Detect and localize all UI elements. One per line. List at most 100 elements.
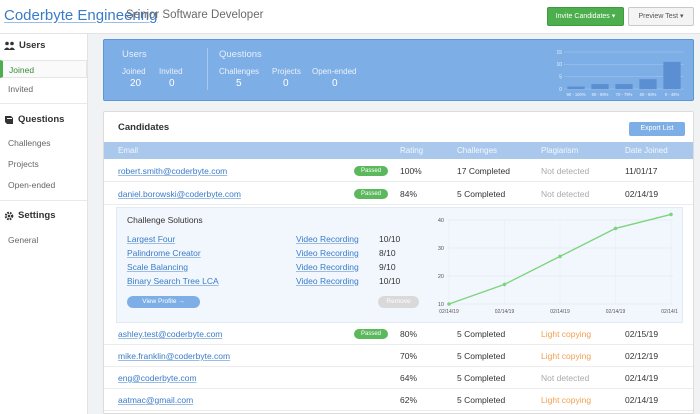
candidates-panel: Candidates Export List Email Rating Chal… — [103, 111, 694, 414]
candidate-email-link[interactable]: eng@coderbyte.com — [118, 373, 197, 383]
col-date-joined[interactable]: Date Joined — [625, 146, 668, 155]
sidebar-settings-heading: Settings — [4, 210, 55, 221]
export-list-button[interactable]: Export List — [629, 122, 685, 136]
stats-invited-label: Invited — [159, 67, 183, 76]
sidebar-item-general[interactable]: General — [0, 231, 87, 249]
candidate-email-link[interactable]: robert.smith@coderbyte.com — [118, 166, 227, 176]
challenge-link[interactable]: Largest Four — [127, 234, 175, 244]
challenge-solutions-panel: Challenge Solutions Largest Four Video R… — [116, 207, 683, 323]
candidate-email-link[interactable]: ashley.test@coderbyte.com — [118, 329, 222, 339]
sidebar-questions-heading: Questions — [4, 114, 64, 125]
sidebar: Users Joined Invited Questions Challenge… — [0, 34, 88, 414]
date-joined-value: 02/15/19 — [625, 329, 659, 339]
rating-value: 64% — [400, 373, 418, 383]
challenge-score: 8/10 — [379, 248, 396, 258]
bar — [663, 61, 681, 89]
table-row[interactable]: eng@coderbyte.com 64% 5 Completed Not de… — [104, 367, 693, 389]
rating-value: 84% — [400, 189, 418, 199]
bar — [639, 79, 657, 89]
y-tick-label: 20 — [438, 274, 444, 280]
sidebar-divider — [0, 200, 87, 201]
table-header: Email Rating Challenges Plagiarism Date … — [104, 142, 693, 159]
y-tick-label: 40 — [438, 218, 444, 224]
col-email[interactable]: Email — [118, 146, 138, 155]
video-recording-link[interactable]: Video Recording — [296, 248, 359, 258]
sidebar-item-challenges[interactable]: Challenges — [0, 134, 87, 152]
table-row[interactable]: mike.franklin@coderbyte.com 70% 5 Comple… — [104, 345, 693, 367]
challenges-value: 5 Completed — [457, 395, 506, 405]
y-tick-label: 15 — [556, 50, 562, 56]
x-tick-label: 0 - 49% — [665, 92, 680, 97]
table-row[interactable]: daniel.borowski@coderbyte.com Passed 84%… — [104, 183, 693, 205]
stats-challenges-label: Challenges — [219, 67, 260, 76]
solution-row: Binary Search Tree LCA Video Recording 1… — [127, 276, 417, 289]
solution-row: Largest Four Video Recording 10/10 — [127, 234, 417, 247]
job-title: Senior Software Developer — [126, 9, 264, 21]
challenge-link[interactable]: Palindrome Creator — [127, 248, 201, 258]
video-recording-link[interactable]: Video Recording — [296, 234, 359, 244]
challenge-score: 10/10 — [379, 276, 401, 286]
col-plagiarism[interactable]: Plagiarism — [541, 146, 578, 155]
date-joined-value: 11/01/17 — [625, 166, 658, 176]
passed-badge: Passed — [354, 189, 388, 199]
date-joined-value: 02/14/19 — [625, 189, 659, 199]
stats-joined-label: Joined — [122, 67, 146, 76]
challenge-score: 9/10 — [379, 262, 396, 272]
solution-row: Scale Balancing Video Recording 9/10 — [127, 262, 417, 275]
x-tick-label: 60 - 69% — [640, 92, 657, 97]
x-tick-label: 02/14/19 — [550, 309, 570, 315]
sidebar-item-open-ended[interactable]: Open-ended — [0, 176, 87, 194]
candidate-email-link[interactable]: daniel.borowski@coderbyte.com — [118, 189, 241, 199]
data-point — [502, 282, 507, 287]
candidates-title: Candidates — [118, 122, 170, 133]
candidate-email-link[interactable]: mike.franklin@coderbyte.com — [118, 351, 230, 361]
table-row[interactable]: robert.smith@coderbyte.com Passed 100% 1… — [104, 160, 693, 182]
stats-openended-label: Open-ended — [312, 67, 357, 76]
stats-challenges-value: 5 — [236, 78, 242, 89]
data-point — [447, 302, 451, 306]
challenge-link[interactable]: Scale Balancing — [127, 262, 188, 272]
video-recording-link[interactable]: Video Recording — [296, 276, 359, 286]
challenges-value: 17 Completed — [457, 166, 510, 176]
x-tick-label: 02/14/19 — [439, 309, 459, 315]
plagiarism-value: Not detected — [541, 166, 590, 176]
gear-icon — [4, 211, 14, 220]
y-tick-label: 5 — [559, 74, 562, 80]
y-tick-label: 0 — [559, 87, 562, 93]
plagiarism-value: Not detected — [541, 189, 590, 199]
book-icon — [5, 115, 13, 124]
remove-button[interactable]: Remove — [378, 296, 419, 308]
sidebar-users-heading: Users — [4, 40, 45, 51]
stats-invited-value: 0 — [169, 78, 175, 89]
stats-separator — [207, 48, 208, 90]
data-point — [558, 254, 562, 259]
bar — [615, 84, 633, 89]
table-row[interactable]: ashley.test@coderbyte.com Passed 80% 5 C… — [104, 323, 693, 345]
sidebar-item-joined[interactable]: Joined — [0, 60, 87, 78]
view-profile-button[interactable]: View Profile → — [127, 296, 200, 308]
challenges-value: 5 Completed — [457, 351, 506, 361]
preview-test-button[interactable]: Preview Test ▾ — [628, 7, 694, 26]
date-joined-value: 02/14/19 — [625, 373, 659, 383]
invite-candidates-button[interactable]: Invite Candidates ▾ — [547, 7, 624, 26]
sidebar-item-invited[interactable]: Invited — [0, 80, 87, 98]
y-tick-label: 10 — [556, 62, 562, 68]
table-row[interactable]: aatmac@gmail.com 62% 5 Completed Light c… — [104, 389, 693, 411]
bar — [567, 86, 585, 89]
challenge-solutions-title: Challenge Solutions — [127, 215, 203, 225]
top-bar: Coderbyte Engineering Senior Software De… — [0, 0, 700, 34]
col-rating[interactable]: Rating — [400, 146, 423, 155]
users-icon — [4, 41, 15, 50]
plagiarism-value: Light copying — [541, 395, 592, 405]
col-challenges[interactable]: Challenges — [457, 146, 497, 155]
bar — [591, 84, 609, 89]
progress-line-chart: 10 20 30 40 02/14/19 02/14/19 02/14/19 02/14/19… — [438, 212, 678, 315]
candidate-email-link[interactable]: aatmac@gmail.com — [118, 395, 193, 405]
sidebar-questions-label: Questions — [18, 114, 65, 125]
rating-value: 100% — [400, 166, 422, 176]
video-recording-link[interactable]: Video Recording — [296, 262, 359, 272]
x-tick-label: 02/14/19 — [606, 309, 626, 315]
challenge-link[interactable]: Binary Search Tree LCA — [127, 276, 219, 286]
challenges-value: 5 Completed — [457, 189, 506, 199]
sidebar-item-projects[interactable]: Projects — [0, 155, 87, 173]
